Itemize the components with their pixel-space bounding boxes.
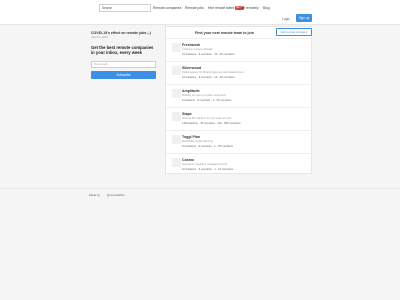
company-description: Smarter API platform for your team of to… bbox=[182, 117, 232, 120]
footer-divider bbox=[0, 188, 400, 189]
company-description: Digital agency for Shopify apps and web … bbox=[182, 71, 244, 74]
company-name: Toggl Plan bbox=[182, 135, 201, 139]
company-logo bbox=[172, 43, 181, 52]
company-logo bbox=[172, 158, 181, 167]
newsletter-heading: Get the best remote companies in your in… bbox=[91, 45, 154, 56]
company-row[interactable]: Amplitude Building an open computer ecos… bbox=[166, 84, 313, 107]
top-header: Search Remote companies Remote jobs Hire… bbox=[0, 0, 400, 25]
search-input[interactable]: Search bbox=[99, 4, 151, 12]
nav-remote-jobs[interactable]: Remote jobs bbox=[185, 6, 204, 10]
company-row[interactable]: Freshwork Customer service software 10 l… bbox=[166, 38, 313, 61]
company-description: Building an open computer ecosystem bbox=[182, 94, 226, 97]
company-name: Amplitude bbox=[182, 89, 200, 93]
company-meta: 6 locations · 6 countries · 1 - 50 membe… bbox=[182, 99, 232, 102]
company-meta: 16 locations · 6 countries · 10 - 30 mem… bbox=[182, 76, 235, 79]
news-date: April 10, 2020 bbox=[91, 36, 108, 39]
email-field[interactable]: Your email... bbox=[91, 61, 156, 68]
company-logo bbox=[172, 135, 181, 144]
nav-blog[interactable]: Blog bbox=[263, 6, 270, 10]
company-name: Freshwork bbox=[182, 43, 201, 47]
footer-made-by: Made by bbox=[89, 193, 101, 197]
company-meta: 11 locations · 8 countries · 1 - 50 memb… bbox=[182, 145, 233, 148]
signup-button[interactable]: Sign up bbox=[296, 14, 312, 22]
company-name: Stape bbox=[182, 112, 192, 116]
company-description: Beautifully simple planning bbox=[182, 140, 213, 143]
nav-hire-remotely[interactable]: Hire remotely bbox=[239, 6, 259, 10]
company-name: Cosmo bbox=[182, 158, 195, 162]
nav-hire-remote-talent-label: Hire remote talent bbox=[208, 6, 235, 10]
companies-panel: Find your next remote team to join Add r… bbox=[165, 26, 313, 176]
company-description: Interactive meeting & management tool bbox=[182, 163, 228, 166]
company-name: Silverwood bbox=[182, 66, 202, 70]
news-title[interactable]: COVID-19's effect on remote jobs ;-) bbox=[91, 31, 151, 35]
company-meta: 16 locations · 6 countries · 1 - 10 memb… bbox=[182, 168, 234, 171]
company-description: Customer service software bbox=[182, 48, 213, 51]
company-row[interactable]: Stape Smarter API platform for your team… bbox=[166, 107, 313, 130]
company-row[interactable]: Toggl Plan Beautifully simple planning 1… bbox=[166, 130, 313, 153]
company-logo bbox=[172, 66, 181, 75]
company-meta: 10 locations · 6 countries · 10 - 30 mem… bbox=[182, 53, 235, 56]
subscribe-button[interactable]: Subscribe bbox=[91, 71, 156, 79]
panel-title: Find your next remote team to join bbox=[195, 31, 254, 35]
add-company-button[interactable]: Add remote company bbox=[276, 28, 312, 36]
nav-remote-companies[interactable]: Remote companies bbox=[153, 6, 181, 10]
company-logo bbox=[172, 89, 181, 98]
company-row[interactable]: Silverwood Digital agency for Shopify ap… bbox=[166, 61, 313, 84]
footer-author-link[interactable]: @nocodefiltre bbox=[107, 193, 125, 197]
login-link[interactable]: Login bbox=[282, 17, 290, 21]
company-row[interactable]: Cosmo Interactive meeting & management t… bbox=[166, 153, 313, 176]
company-logo bbox=[172, 112, 181, 121]
company-meta: 148 locations · 35 countries · 100 - 500… bbox=[182, 122, 241, 125]
